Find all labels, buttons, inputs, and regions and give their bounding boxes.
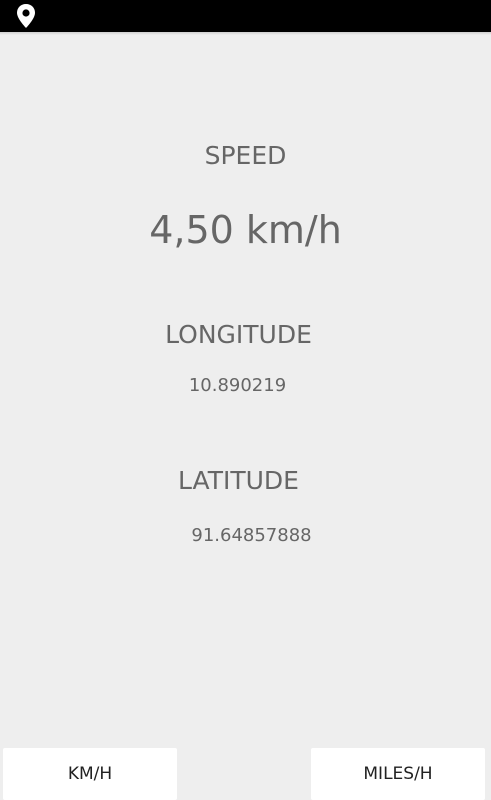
speed-label: SPEED [204, 141, 287, 170]
latitude-value: 91.64857888 [191, 525, 312, 546]
mph-button[interactable]: MILES/H [311, 748, 485, 800]
latitude-label: LATITUDE [178, 466, 299, 495]
location-pin-icon [17, 4, 35, 28]
longitude-label: LONGITUDE [165, 320, 312, 349]
status-bar [0, 0, 491, 32]
status-bar-shadow [0, 32, 491, 35]
kmh-button[interactable]: KM/H [3, 748, 177, 800]
speed-value: 4,50 km/h [149, 208, 342, 252]
longitude-value: 10.890219 [188, 375, 287, 396]
